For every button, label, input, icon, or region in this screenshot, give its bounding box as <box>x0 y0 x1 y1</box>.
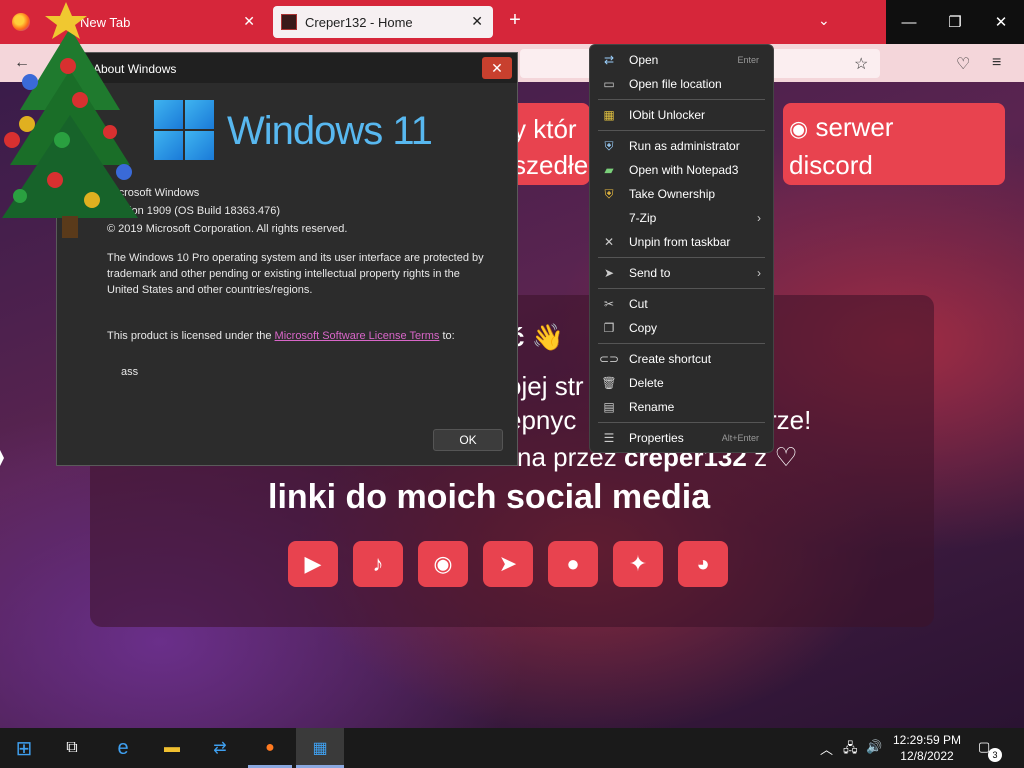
taskbar-context-menu: ⇄ Open Enter ▭ Open file location ▦ IObit Un… <box>589 44 774 453</box>
send-icon: ➤ <box>603 266 615 280</box>
dialog-close-button[interactable]: ✕ <box>482 57 512 79</box>
network-icon[interactable]: 🖧 <box>843 739 858 761</box>
task-view-icon[interactable]: ⧉ <box>60 736 84 760</box>
twitter-icon[interactable]: ✦ <box>613 541 663 587</box>
licensee-name: ass <box>121 366 139 378</box>
youtube-icon[interactable]: ▶ <box>288 541 338 587</box>
github-icon[interactable]: ● <box>548 541 598 587</box>
pill-line: y któr <box>513 114 577 144</box>
ok-button[interactable]: OK <box>433 429 503 451</box>
license-paragraph: This product is licensed under the Micro… <box>107 330 455 342</box>
menu-item-run-as-administrator[interactable]: ⛨ Run as administrator <box>590 134 773 158</box>
menu-item-take-ownership[interactable]: ⛨ Take Ownership <box>590 182 773 206</box>
browser-tab-strip: New Tab ✕ Creper132 - Home ✕ + ⌄ — ❐ ✕ <box>0 0 1024 44</box>
social-title: linki do moich social media <box>268 478 711 516</box>
uac-shield-icon: ⛨ <box>604 186 614 201</box>
menu-separator <box>598 422 765 423</box>
properties-icon: ☰ <box>603 431 615 445</box>
folder-icon: ▭ <box>603 77 615 91</box>
menu-separator <box>598 130 765 131</box>
social-links: ▶ ♪ ◉ ➤ ● ✦ ◕ <box>288 541 728 587</box>
menu-item-properties[interactable]: ☰ Properties Alt+Enter <box>590 426 773 450</box>
menu-item-create-shortcut[interactable]: ⊂⊃ Create shortcut <box>590 347 773 371</box>
windows-app-icon[interactable]: ▦ <box>308 736 332 760</box>
greeting-text: ć 👋 <box>510 322 564 353</box>
tiktok-icon[interactable]: ♪ <box>353 541 403 587</box>
window-controls: — ❐ ✕ <box>886 0 1024 44</box>
menu-item-unpin-from-taskbar[interactable]: ✕ Unpin from taskbar <box>590 230 773 254</box>
menu-item-rename[interactable]: ▤ Rename <box>590 395 773 419</box>
discord-icon: ◉ <box>789 116 809 141</box>
scissors-icon: ✂ <box>603 297 615 311</box>
chevron-down-icon[interactable]: ⌄ <box>818 12 830 29</box>
windows-wordmark: Windows 11 <box>227 109 433 153</box>
discord-server-button[interactable]: ◉ serwer discord <box>783 103 1005 185</box>
copyright: © 2019 Microsoft Corporation. All rights… <box>107 223 348 235</box>
menu-item-cut[interactable]: ✂ Cut <box>590 292 773 316</box>
pill-line: discord <box>789 150 873 180</box>
windows-logo-icon <box>154 100 214 160</box>
menu-separator <box>598 343 765 344</box>
bookmark-star-icon[interactable]: ☆ <box>854 54 868 74</box>
chevron-right-icon: › <box>757 266 761 280</box>
pocket-icon[interactable]: ♡ <box>956 54 970 74</box>
heart-icon: ♡ <box>774 442 798 472</box>
trademark-paragraph: The Windows 10 Pro operating system and … <box>107 252 484 296</box>
mouse-cursor <box>0 450 4 466</box>
teamviewer-icon[interactable]: ⇄ <box>208 736 232 760</box>
system-clock[interactable]: 12:29:59 PM 12/8/2022 <box>888 732 966 764</box>
reddit-icon[interactable]: ◕ <box>678 541 728 587</box>
teamviewer-icon: ⇄ <box>603 53 615 67</box>
file-explorer-icon[interactable]: ▬ <box>160 736 184 760</box>
tab-label: Creper132 - Home <box>305 14 413 30</box>
menu-separator <box>598 257 765 258</box>
tab-creper132-home[interactable]: Creper132 - Home ✕ <box>273 6 493 38</box>
firefox-icon[interactable]: ● <box>258 736 282 760</box>
menu-item-open-with-notepad3[interactable]: ▰ Open with Notepad3 <box>590 158 773 182</box>
restore-button[interactable]: ❐ <box>932 0 978 44</box>
volume-icon[interactable]: 🔊 <box>866 739 882 755</box>
new-tab-button[interactable]: + <box>505 9 525 32</box>
unpin-icon: ✕ <box>603 235 615 249</box>
unlocker-icon: ▦ <box>603 108 615 122</box>
shield-icon: ⛨ <box>604 138 614 153</box>
clock-time: 12:29:59 PM <box>892 733 962 747</box>
intro-text: rze! <box>768 405 812 435</box>
menu-item-copy[interactable]: ❐ Copy <box>590 316 773 340</box>
chevron-right-icon: › <box>757 211 761 225</box>
copy-icon: ❐ <box>603 321 615 335</box>
license-link[interactable]: Microsoft Software License Terms <box>275 330 440 342</box>
christmas-tree-gadget[interactable] <box>0 0 140 245</box>
edge-icon[interactable]: e <box>111 736 135 760</box>
waving-hand-icon: 👋 <box>531 322 565 352</box>
pill-line: szedłe <box>513 150 589 180</box>
trash-icon: 🗑 <box>601 376 617 390</box>
site-favicon-icon <box>281 14 297 30</box>
notification-badge: 3 <box>988 748 1002 762</box>
link-icon: ⊂⊃ <box>598 352 620 366</box>
menu-separator <box>598 99 765 100</box>
menu-item-7zip[interactable]: 7-Zip › <box>590 206 773 230</box>
menu-item-open-file-location[interactable]: ▭ Open file location <box>590 72 773 96</box>
notepad-icon: ▰ <box>604 163 614 177</box>
close-tab-icon[interactable]: ✕ <box>471 13 483 30</box>
rename-icon: ▤ <box>603 400 615 414</box>
start-button-windows-icon[interactable]: ⊞ <box>12 736 36 760</box>
menu-item-send-to[interactable]: ➤ Send to › <box>590 261 773 285</box>
close-tab-icon[interactable]: ✕ <box>243 13 255 30</box>
close-button[interactable]: ✕ <box>978 0 1024 44</box>
menu-hamburger-icon[interactable]: ≡ <box>992 54 1001 72</box>
menu-item-open[interactable]: ⇄ Open Enter <box>590 48 773 72</box>
clock-date: 12/8/2022 <box>900 749 954 763</box>
telegram-icon[interactable]: ➤ <box>483 541 533 587</box>
discord-icon[interactable]: ◉ <box>418 541 468 587</box>
pill-line: serwer <box>815 112 894 142</box>
menu-separator <box>598 288 765 289</box>
menu-item-delete[interactable]: 🗑 Delete <box>590 371 773 395</box>
chevron-up-icon[interactable]: ︿ <box>820 739 833 758</box>
taskbar: ⊞ ⧉ e ▬ ⇄ ● ▦ ︿ 🖧 🔊 12:29:59 PM 12/8/202… <box>0 728 1024 768</box>
minimize-button[interactable]: — <box>886 0 932 44</box>
intro-text: ojej str <box>507 371 584 401</box>
menu-item-iobit-unlocker[interactable]: ▦ IObit Unlocker <box>590 103 773 127</box>
